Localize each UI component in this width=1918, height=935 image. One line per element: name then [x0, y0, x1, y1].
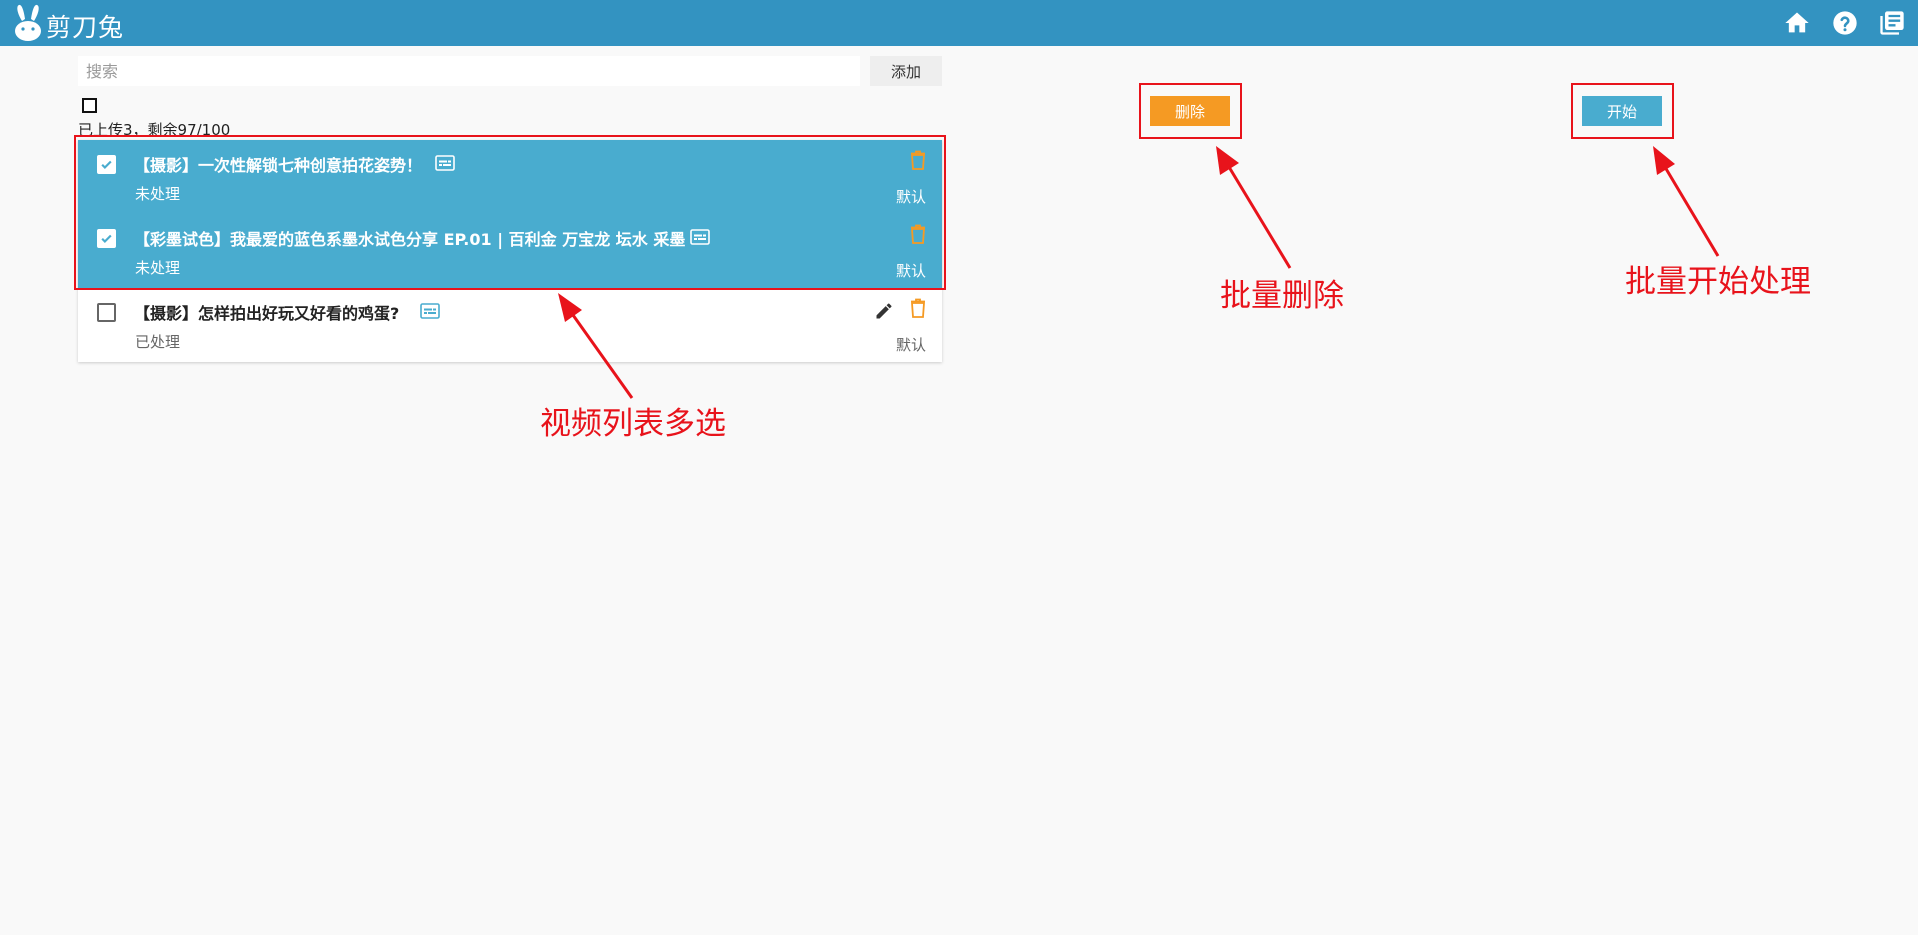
arrow-head	[1216, 146, 1239, 175]
arrow-line	[1660, 161, 1720, 257]
arrow-line	[566, 307, 634, 399]
callout-batch-delete: 批量删除	[1220, 278, 1344, 314]
arrow-head	[1653, 146, 1675, 175]
callout-list-multiselect: 视频列表多选	[540, 406, 726, 442]
arrow-head	[558, 293, 582, 322]
arrow-line	[1224, 161, 1292, 269]
callout-batch-start: 批量开始处理	[1625, 264, 1811, 300]
annotation-arrows	[558, 146, 1720, 399]
